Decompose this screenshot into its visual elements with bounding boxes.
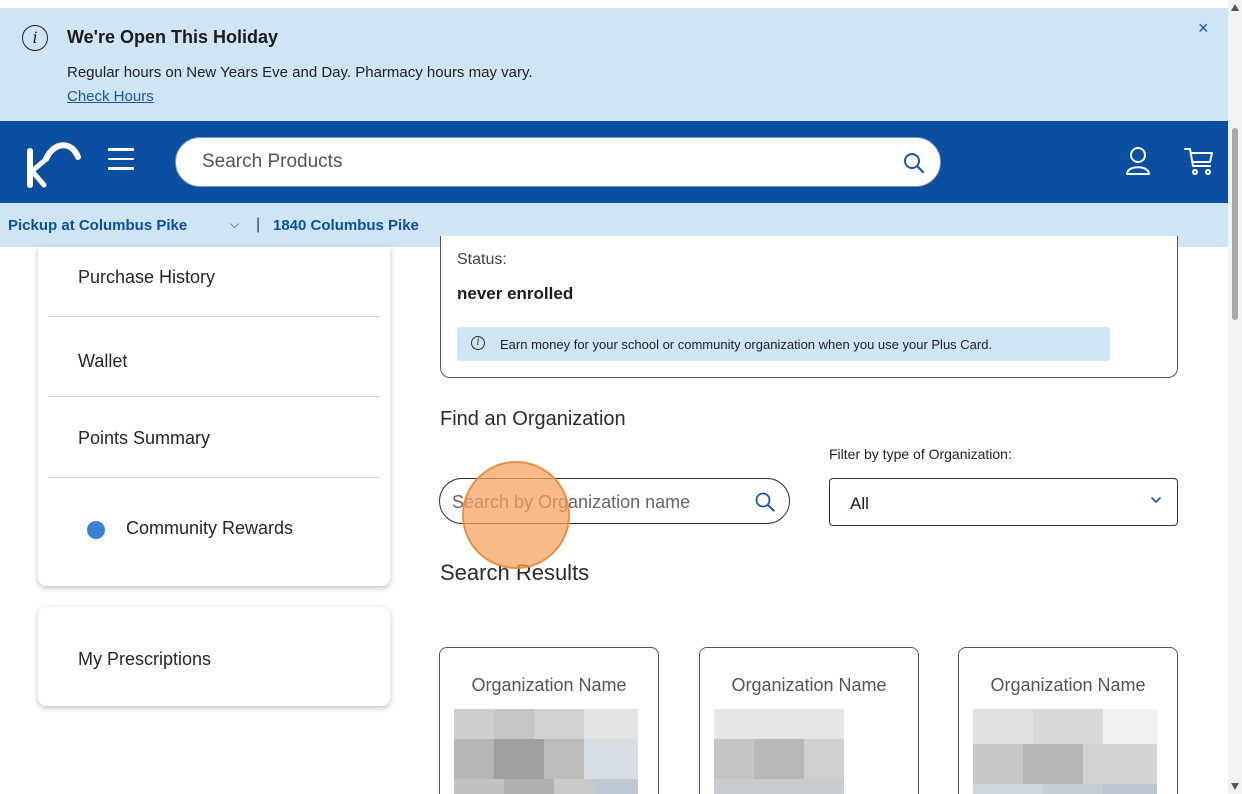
- chevron-down-icon[interactable]: ⌵: [230, 217, 239, 232]
- organization-image-blurred: [714, 709, 898, 794]
- page: i We're Open This Holiday Regular hours …: [0, 0, 1228, 794]
- search-results-heading: Search Results: [440, 560, 590, 585]
- status-value: never enrolled: [457, 284, 574, 303]
- search-icon[interactable]: [754, 491, 776, 513]
- status-label: Status:: [457, 251, 507, 268]
- organization-search-box: [439, 478, 790, 524]
- close-icon[interactable]: ×: [1198, 18, 1209, 39]
- scroll-up-icon[interactable]: [1231, 4, 1239, 11]
- organization-card[interactable]: Organization Name: [699, 647, 919, 794]
- info-note: i Earn money for your school or communit…: [457, 327, 1110, 361]
- search-icon[interactable]: [902, 151, 926, 175]
- organization-card[interactable]: Organization Name: [958, 647, 1178, 794]
- alert-title: We're Open This Holiday: [67, 27, 278, 47]
- organization-name: Organization Name: [731, 675, 887, 695]
- pickup-separator: |: [256, 216, 261, 233]
- scrollbar-thumb[interactable]: [1232, 128, 1238, 320]
- sidebar-divider: [48, 316, 380, 317]
- sidebar-item-wallet[interactable]: Wallet: [78, 351, 127, 372]
- cart-icon[interactable]: [1183, 146, 1215, 176]
- organization-name: Organization Name: [990, 675, 1146, 695]
- info-note-text: Earn money for your school or community …: [500, 337, 993, 352]
- find-organization-heading: Find an Organization: [440, 408, 626, 430]
- account-icon[interactable]: [1125, 146, 1151, 176]
- organization-image-blurred: [454, 709, 638, 794]
- chevron-down-icon: [1151, 497, 1161, 503]
- sidebar-item-points-summary[interactable]: Points Summary: [78, 428, 210, 449]
- info-icon: i: [22, 25, 48, 51]
- organization-name: Organization Name: [471, 675, 627, 695]
- enrollment-status-card: Status: never enrolled i Earn money for …: [440, 236, 1178, 378]
- product-search-box: [175, 137, 941, 187]
- organization-type-select[interactable]: All: [829, 478, 1178, 526]
- pickup-address[interactable]: 1840 Columbus Pike: [273, 217, 419, 234]
- check-hours-link[interactable]: Check Hours: [67, 88, 154, 105]
- alert-body: Regular hours on New Years Eve and Day. …: [67, 64, 533, 81]
- hamburger-menu-icon[interactable]: [108, 148, 134, 170]
- sidebar-item-community-rewards[interactable]: Community Rewards: [126, 518, 293, 539]
- scroll-down-icon[interactable]: [1231, 783, 1239, 790]
- sidebar-divider: [48, 477, 380, 478]
- holiday-alert-banner: i We're Open This Holiday Regular hours …: [0, 8, 1228, 121]
- site-header: [0, 121, 1228, 203]
- prescriptions-label: My Prescriptions: [78, 649, 212, 669]
- prescriptions-card[interactable]: My Prescriptions: [38, 607, 390, 706]
- info-icon: i: [471, 336, 485, 350]
- page-scrollbar[interactable]: [1228, 0, 1242, 794]
- organization-type-value: All: [850, 494, 869, 513]
- filter-label: Filter by type of Organization:: [829, 446, 1012, 462]
- sidebar-item-purchase-history[interactable]: Purchase History: [78, 267, 215, 288]
- product-search-input[interactable]: [202, 149, 882, 175]
- active-indicator-dot: [87, 521, 105, 539]
- organization-search-input[interactable]: [452, 490, 742, 514]
- pickup-store-selector[interactable]: Pickup at Columbus Pike: [8, 217, 187, 234]
- organization-image-blurred: [973, 709, 1157, 794]
- kroger-logo[interactable]: [26, 137, 82, 189]
- account-sidebar: Purchase History Wallet Points Summary C…: [38, 247, 390, 586]
- organization-card[interactable]: Organization Name: [439, 647, 659, 794]
- sidebar-divider: [48, 396, 380, 397]
